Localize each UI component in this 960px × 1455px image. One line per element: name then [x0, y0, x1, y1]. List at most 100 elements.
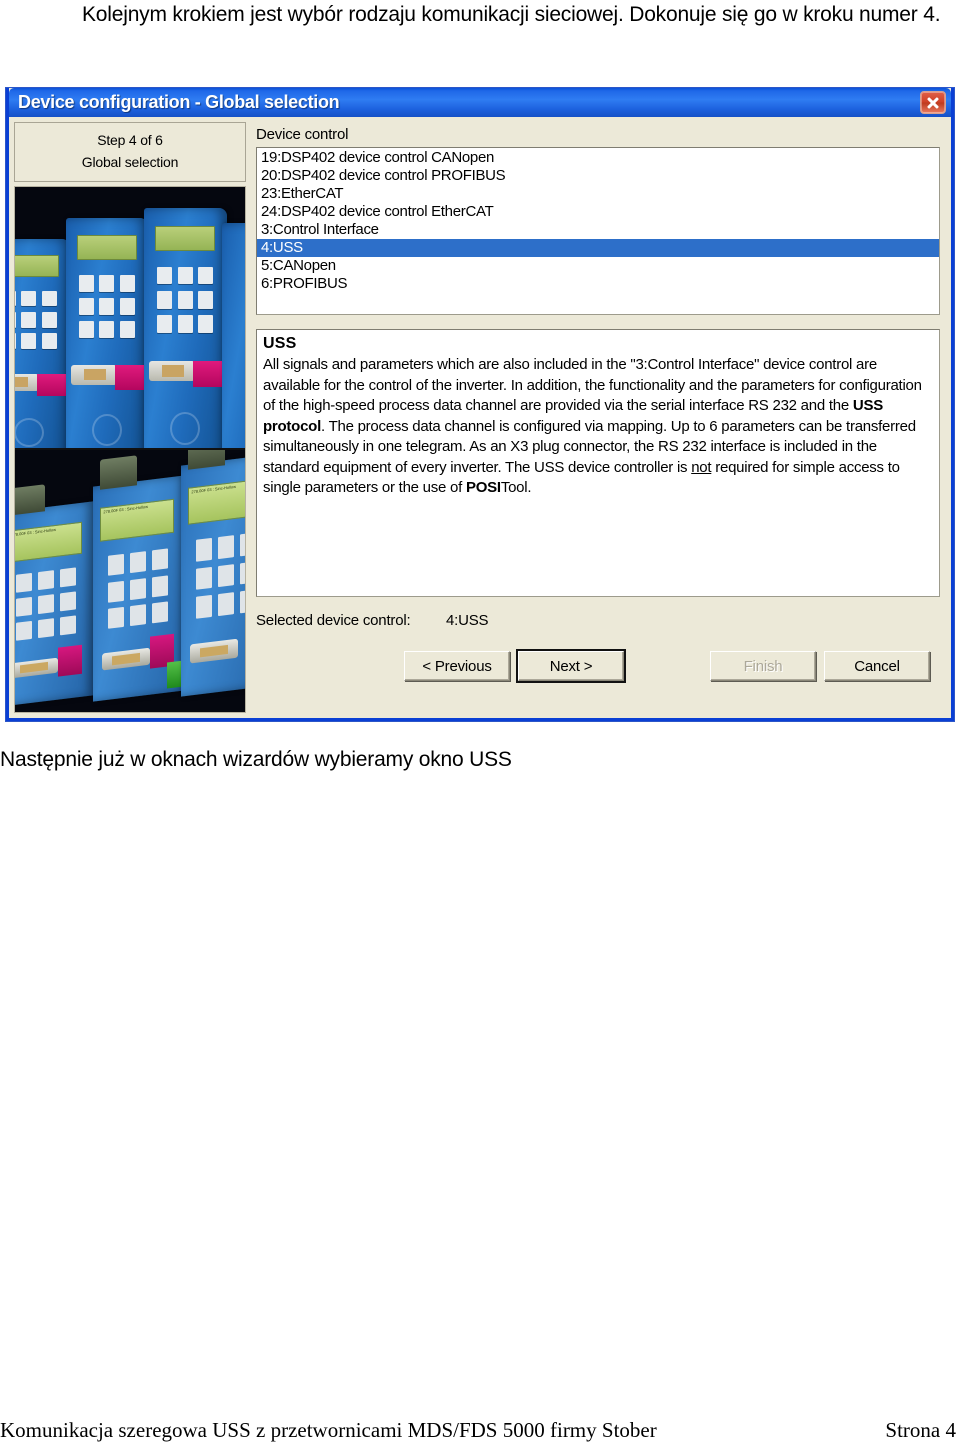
device-control-listbox[interactable]: 19:DSP402 device control CANopen 20:DSP4…	[256, 147, 940, 315]
keypad-key	[157, 290, 173, 309]
next-button[interactable]: Next >	[516, 649, 626, 683]
description-part-4: Tool.	[500, 479, 532, 496]
description-underline-not: not	[691, 458, 712, 476]
inverter-display	[15, 254, 59, 278]
keypad-key	[217, 535, 234, 559]
wizard-button-row: < Previous Next > Finish Cancel	[256, 649, 940, 683]
keypad-key	[15, 333, 16, 349]
keypad-key	[198, 290, 214, 309]
inverter-connector	[148, 361, 196, 382]
intro-text: Kolejnym krokiem jest wybór rodzaju komu…	[82, 3, 941, 26]
keypad-key	[78, 297, 94, 315]
keypad-key	[107, 553, 125, 576]
page-footer: Komunikacja szeregowa USS z przetwornica…	[0, 1418, 960, 1443]
list-item[interactable]: 24:DSP402 device control EtherCAT	[257, 203, 939, 221]
controller-unit: 278.00F 03 : Sinc-Hollow	[180, 449, 245, 697]
dialog-title: Device configuration - Global selection	[18, 92, 340, 112]
description-title: USS	[263, 335, 297, 352]
inverter-logo	[170, 412, 201, 446]
keypad-key	[78, 321, 94, 339]
wizard-step-name: Global selection	[81, 154, 179, 170]
list-item[interactable]: 3:Control Interface	[257, 221, 939, 239]
keypad-key	[107, 606, 125, 630]
keypad-key	[152, 574, 169, 598]
controller-dsub-connector	[15, 657, 59, 679]
keypad-key	[107, 580, 125, 603]
keypad-key	[152, 548, 169, 571]
keypad-key	[60, 567, 77, 588]
controller-keypad	[107, 548, 169, 630]
finish-button: Finish	[710, 651, 816, 681]
keypad-key	[41, 333, 57, 349]
keypad-key	[120, 297, 136, 315]
controller-top-plug	[15, 484, 46, 516]
keypad-key	[78, 274, 94, 292]
keypad-key	[21, 311, 37, 328]
list-item[interactable]: 19:DSP402 device control CANopen	[257, 149, 939, 167]
wizard-step-box: Step 4 of 6 Global selection	[14, 122, 246, 182]
inverter-connector	[15, 373, 39, 392]
keypad-key	[41, 290, 57, 307]
keypad-key	[15, 597, 33, 618]
dialog-titlebar: Device configuration - Global selection	[9, 88, 951, 117]
keypad-key	[177, 290, 193, 309]
keypad-key	[129, 604, 147, 627]
list-item[interactable]: 20:DSP402 device control PROFIBUS	[257, 167, 939, 185]
controller-dsub-connector	[102, 647, 151, 671]
keypad-key	[60, 615, 77, 636]
inverter-unit	[222, 223, 245, 448]
keypad-key	[217, 563, 234, 588]
list-item[interactable]: 23:EtherCAT	[257, 185, 939, 203]
keypad-key	[157, 315, 173, 333]
inverter-magenta-plug	[37, 373, 67, 396]
dialog-body: Step 4 of 6 Global selection 278.00F 03 …	[9, 117, 951, 718]
list-item[interactable]: 6:PROFIBUS	[257, 275, 939, 293]
keypad-key	[239, 532, 245, 557]
keypad-key	[21, 290, 37, 307]
keypad-key	[239, 589, 245, 614]
inverter-keypad	[78, 274, 136, 339]
keypad-key	[198, 266, 214, 285]
close-icon[interactable]	[920, 91, 946, 114]
controller-lcd: 278.00F 03 : Sinc-Hollow	[187, 478, 245, 525]
wizard-step-number: Step 4 of 6	[97, 132, 163, 148]
description-text: All signals and parameters which are als…	[263, 355, 931, 499]
inverter-display	[77, 235, 137, 260]
description-bold-posi: POSI	[465, 479, 501, 496]
keypad-key	[120, 321, 136, 339]
controllers-photo: 278.00F 03 : Sinc-Hollow 278.00F 03: Si…	[15, 449, 245, 712]
previous-button[interactable]: < Previous	[404, 651, 510, 681]
keypad-key	[152, 601, 169, 624]
controller-top-plug	[100, 455, 138, 491]
controller-lcd: 278.00F 03 : Sinc-Hollow	[100, 498, 175, 542]
description-part-1: All signals and parameters which are als…	[263, 356, 922, 414]
controller-dsub-connector	[189, 638, 238, 664]
keypad-key	[37, 618, 55, 639]
cancel-button[interactable]: Cancel	[824, 651, 930, 681]
inverter-logo	[15, 418, 44, 448]
wizard-side-panel: Step 4 of 6 Global selection 278.00F 03 …	[14, 122, 246, 713]
keypad-key	[129, 551, 147, 574]
list-item[interactable]: 5:CANopen	[257, 257, 939, 275]
keypad-key	[195, 566, 212, 591]
keypad-key	[239, 561, 245, 585]
keypad-key	[37, 570, 55, 591]
controller-top-plug	[187, 449, 225, 470]
controller-keypad	[195, 532, 245, 619]
keypad-key	[99, 274, 115, 292]
controller-magenta-plug	[58, 644, 83, 677]
device-control-label: Device control	[256, 126, 349, 143]
keypad-key	[217, 592, 234, 616]
keypad-key	[177, 266, 193, 285]
keypad-key	[157, 266, 173, 285]
keypad-key	[195, 595, 212, 619]
list-item-selected[interactable]: 4:USS	[257, 239, 939, 257]
device-configuration-dialog: Device configuration - Global selection …	[6, 88, 954, 721]
wizard-main-panel: Device control 19:DSP402 device control …	[246, 122, 946, 713]
keypad-key	[15, 621, 33, 642]
selected-device-control-row: Selected device control: 4:USS	[256, 612, 940, 629]
inverter-photo	[15, 187, 245, 450]
keypad-key	[15, 290, 16, 307]
inverter-unit	[65, 218, 149, 448]
controller-lcd: 278.00F 03 : Sinc-Hollow	[15, 522, 83, 563]
